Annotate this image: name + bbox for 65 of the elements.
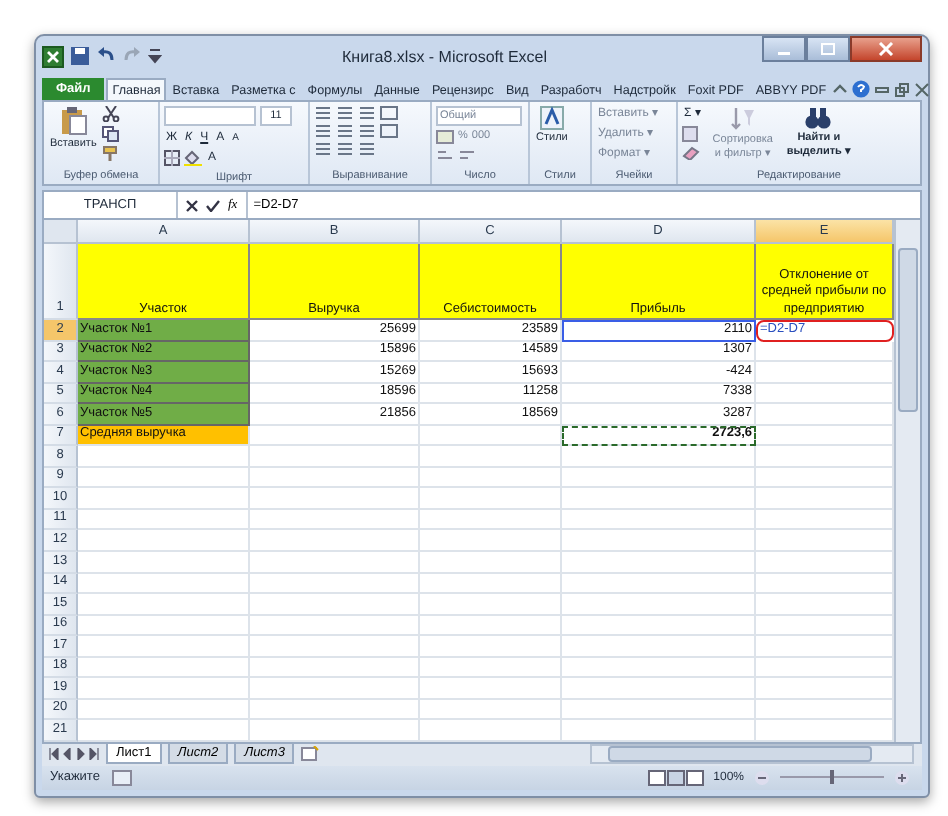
undo-icon[interactable]: [96, 46, 116, 66]
fill-icon[interactable]: [682, 126, 698, 142]
empty-cell: [420, 573, 562, 595]
empty-cell: [420, 678, 562, 700]
close-icon[interactable]: [914, 81, 931, 97]
binoculars-icon: [804, 106, 833, 130]
align-icon[interactable]: [314, 124, 332, 138]
help-icon[interactable]: [852, 80, 871, 98]
sheet-nav-icon[interactable]: [48, 748, 100, 761]
new-sheet-icon[interactable]: [300, 746, 321, 763]
empty-cell: [420, 699, 562, 721]
restore-icon[interactable]: [894, 81, 911, 97]
empty-cell: [420, 657, 562, 679]
align-icon[interactable]: [358, 106, 376, 120]
window-title: Книга8.xlsx - Microsoft Excel: [342, 47, 548, 65]
cancel-icon[interactable]: [186, 199, 198, 211]
excel-icon[interactable]: [42, 45, 64, 67]
align-icon[interactable]: [336, 142, 354, 156]
vertical-scrollbar[interactable]: [894, 220, 920, 742]
check-icon[interactable]: [206, 199, 220, 211]
empty-cell: [420, 425, 562, 447]
format-painter-icon[interactable]: [102, 146, 121, 162]
styles-icon: [539, 106, 564, 130]
empty-cell: [420, 509, 562, 531]
clipboard-icon: [59, 106, 88, 136]
align-icon[interactable]: [314, 106, 332, 120]
scroll-thumb[interactable]: [898, 248, 918, 412]
zoom-in-icon[interactable]: [894, 769, 910, 786]
align-icon[interactable]: [358, 124, 376, 138]
align-icon[interactable]: [336, 124, 354, 138]
empty-cell: [420, 615, 562, 637]
close-button[interactable]: [850, 36, 922, 62]
eraser-icon[interactable]: [682, 146, 700, 160]
customize-icon[interactable]: [148, 46, 162, 66]
currency-icon[interactable]: [436, 130, 454, 144]
empty-cell: [420, 488, 562, 510]
fill-color-icon[interactable]: [184, 150, 202, 166]
scroll-thumb[interactable]: [608, 746, 872, 763]
decrease-decimal-icon[interactable]: [458, 148, 476, 162]
empty-cell: [420, 594, 562, 616]
empty-cell: [420, 530, 562, 553]
minimize-icon[interactable]: [874, 81, 891, 97]
font-name-field[interactable]: [164, 106, 256, 126]
scissors-icon[interactable]: [102, 106, 121, 122]
maximize-icon: [820, 42, 836, 56]
minimize-button[interactable]: [762, 36, 806, 62]
align-icon[interactable]: [314, 142, 332, 156]
horizontal-scrollbar[interactable]: [590, 744, 914, 765]
maximize-button[interactable]: [806, 36, 850, 62]
close-icon: [878, 42, 894, 56]
ribbon-collapse-icon[interactable]: [832, 81, 849, 97]
macro-record-icon[interactable]: [111, 769, 132, 786]
increase-decimal-icon[interactable]: [436, 148, 454, 162]
view-buttons-icon[interactable]: [647, 769, 704, 786]
save-icon[interactable]: [70, 46, 90, 66]
borders-icon[interactable]: [164, 150, 180, 166]
sort-filter-icon: [729, 106, 756, 132]
align-icon[interactable]: [358, 142, 376, 156]
empty-cell: [420, 636, 562, 658]
empty-cell: [420, 467, 562, 489]
zoom-out-icon[interactable]: [754, 769, 770, 786]
empty-cell: [420, 446, 562, 468]
empty-cell: [420, 552, 562, 574]
align-icon[interactable]: [336, 106, 354, 120]
copy-icon[interactable]: [102, 126, 121, 142]
